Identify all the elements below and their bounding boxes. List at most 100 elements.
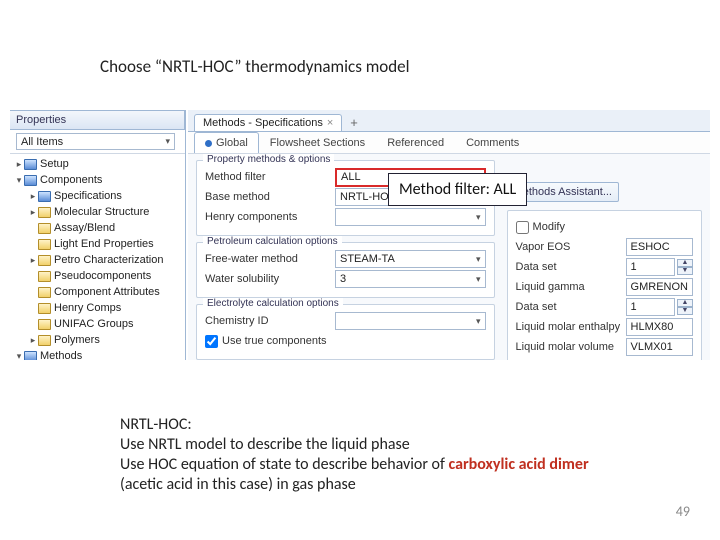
tab-global[interactable]: Global: [194, 132, 259, 153]
chevron-down-icon: ▾: [476, 212, 481, 223]
group-petroleum: Petroleum calculation options Free-water…: [196, 242, 495, 298]
row-heat-mixing: Heat of mixing: [516, 357, 693, 360]
tab-referenced[interactable]: Referenced: [376, 132, 455, 153]
folder-icon: [38, 239, 51, 250]
data-set2-label: Data set: [516, 301, 626, 313]
all-items-label: All Items: [21, 136, 63, 148]
vapor-eos-dropdown[interactable]: ESHOC: [626, 238, 693, 256]
chem-id-label: Chemistry ID: [205, 315, 335, 327]
slide-title: Choose “NRTL-HOC” thermodynamics model: [100, 56, 410, 77]
use-true-label: Use true components: [222, 335, 327, 347]
tree-node-light-end[interactable]: Light End Properties: [10, 236, 185, 252]
liquid-gamma-dropdown[interactable]: GMRENON: [626, 278, 693, 296]
data-set-input[interactable]: 1: [626, 258, 675, 276]
tree-node-unifac-groups[interactable]: UNIFAC Groups: [10, 316, 185, 332]
chem-id-dropdown[interactable]: ▾: [335, 312, 486, 330]
nav-tree: Setup Components Specifications Molecula…: [10, 154, 185, 360]
chevron-down-icon: ▾: [165, 136, 170, 147]
add-tab-button[interactable]: +: [344, 114, 364, 131]
sub-tab-strip: Global Flowsheet Sections Referenced Com…: [188, 132, 710, 154]
tree-node-assay-blend[interactable]: Assay/Blend: [10, 220, 185, 236]
data-set-label: Data set: [516, 261, 626, 273]
footer-line4: (acetic acid in this case) in gas phase: [120, 475, 660, 495]
henry-label: Henry components: [205, 211, 335, 223]
footer-line3: Use HOC equation of state to describe be…: [120, 455, 660, 475]
group-legend: Property methods & options: [203, 154, 334, 165]
row-liquid-gamma: Liquid gamma GMRENON: [516, 277, 693, 297]
base-method-label: Base method: [205, 191, 335, 203]
chevron-down-icon: ▾: [476, 254, 481, 265]
tree-node-pseudocomponents[interactable]: Pseudocomponents: [10, 268, 185, 284]
app-window: Properties All Items ▾ Setup Components …: [10, 110, 710, 360]
tree-node-methods[interactable]: Methods: [10, 348, 185, 360]
properties-panel: Properties All Items ▾ Setup Components …: [10, 110, 186, 360]
modify-checkbox[interactable]: [516, 221, 529, 234]
group-legend: Petroleum calculation options: [203, 236, 342, 247]
method-filter-label: Method filter: [205, 171, 335, 183]
folder-icon: [24, 175, 37, 186]
folder-icon: [24, 351, 37, 361]
tree-node-components[interactable]: Components: [10, 172, 185, 188]
row-chemistry-id: Chemistry ID ▾: [205, 311, 486, 331]
annotation-method-filter: Method filter: ALL: [388, 173, 527, 206]
folder-icon: [38, 287, 51, 298]
folder-icon: [24, 159, 37, 170]
footer-text: NRTL-HOC: Use NRTL model to describe the…: [120, 415, 660, 495]
row-free-water: Free-water method STEAM-TA▾: [205, 249, 486, 269]
doc-tab-label: Methods - Specifications: [203, 117, 323, 129]
group-modify: Modify Vapor EOS ESHOC Data set 1 ▲▼ Liq…: [507, 210, 702, 360]
modify-label: Modify: [533, 221, 565, 233]
folder-icon: [38, 191, 51, 202]
footer-line2: Use NRTL model to describe the liquid ph…: [120, 435, 660, 455]
footer-line1: NRTL-HOC:: [120, 415, 660, 435]
tree-node-specifications[interactable]: Specifications: [10, 188, 185, 204]
page-number: 49: [676, 503, 690, 520]
data-set-stepper[interactable]: ▲▼: [677, 259, 693, 275]
folder-icon: [38, 207, 51, 218]
chevron-down-icon: ▾: [476, 316, 481, 327]
tab-comments[interactable]: Comments: [455, 132, 530, 153]
folder-icon: [38, 223, 51, 234]
tree-node-petro-char[interactable]: Petro Characterization: [10, 252, 185, 268]
row-liq-enthalpy: Liquid molar enthalpy HLMX80: [516, 317, 693, 337]
free-water-label: Free-water method: [205, 253, 335, 265]
liq-vol-dropdown[interactable]: VLMX01: [626, 338, 693, 356]
row-liq-volume: Liquid molar volume VLMX01: [516, 337, 693, 357]
use-true-checkbox[interactable]: [205, 335, 218, 348]
data-set2-input[interactable]: 1: [626, 298, 675, 316]
free-water-dropdown[interactable]: STEAM-TA▾: [335, 250, 486, 268]
all-items-dropdown[interactable]: All Items ▾: [16, 133, 175, 150]
folder-icon: [38, 335, 51, 346]
close-icon[interactable]: ×: [327, 117, 333, 129]
tab-flowsheet[interactable]: Flowsheet Sections: [259, 132, 376, 153]
water-sol-label: Water solubility: [205, 273, 335, 285]
row-water-solubility: Water solubility 3▾: [205, 269, 486, 289]
liq-enth-dropdown[interactable]: HLMX80: [626, 318, 693, 336]
all-items-bar: All Items ▾: [10, 130, 185, 154]
tree-node-component-attributes[interactable]: Component Attributes: [10, 284, 185, 300]
henry-dropdown[interactable]: ▾: [335, 208, 486, 226]
folder-icon: [38, 303, 51, 314]
doc-tab-methods-specs[interactable]: Methods - Specifications ×: [194, 114, 342, 131]
liq-enth-label: Liquid molar enthalpy: [516, 321, 626, 333]
row-henry-components: Henry components ▾: [205, 207, 486, 227]
tree-node-molecular-structure[interactable]: Molecular Structure: [10, 204, 185, 220]
tree-node-setup[interactable]: Setup: [10, 156, 185, 172]
row-use-true-components: Use true components: [205, 331, 486, 351]
tree-node-polymers[interactable]: Polymers: [10, 332, 185, 348]
main-area: Methods - Specifications × + Global Flow…: [188, 110, 710, 360]
panel-title: Properties: [10, 110, 185, 130]
folder-icon: [38, 271, 51, 282]
folder-icon: [38, 255, 51, 266]
row-vapor-eos: Vapor EOS ESHOC: [516, 237, 693, 257]
group-electrolyte: Electrolyte calculation options Chemistr…: [196, 304, 495, 360]
chevron-down-icon: ▾: [476, 274, 481, 285]
group-legend: Electrolyte calculation options: [203, 298, 343, 309]
water-sol-dropdown[interactable]: 3▾: [335, 270, 486, 288]
tree-node-henry-comps[interactable]: Henry Comps: [10, 300, 185, 316]
data-set2-stepper[interactable]: ▲▼: [677, 299, 693, 315]
vapor-eos-label: Vapor EOS: [516, 241, 626, 253]
folder-icon: [38, 319, 51, 330]
document-tab-strip: Methods - Specifications × +: [188, 110, 710, 132]
row-data-set-2: Data set 1 ▲▼: [516, 297, 693, 317]
